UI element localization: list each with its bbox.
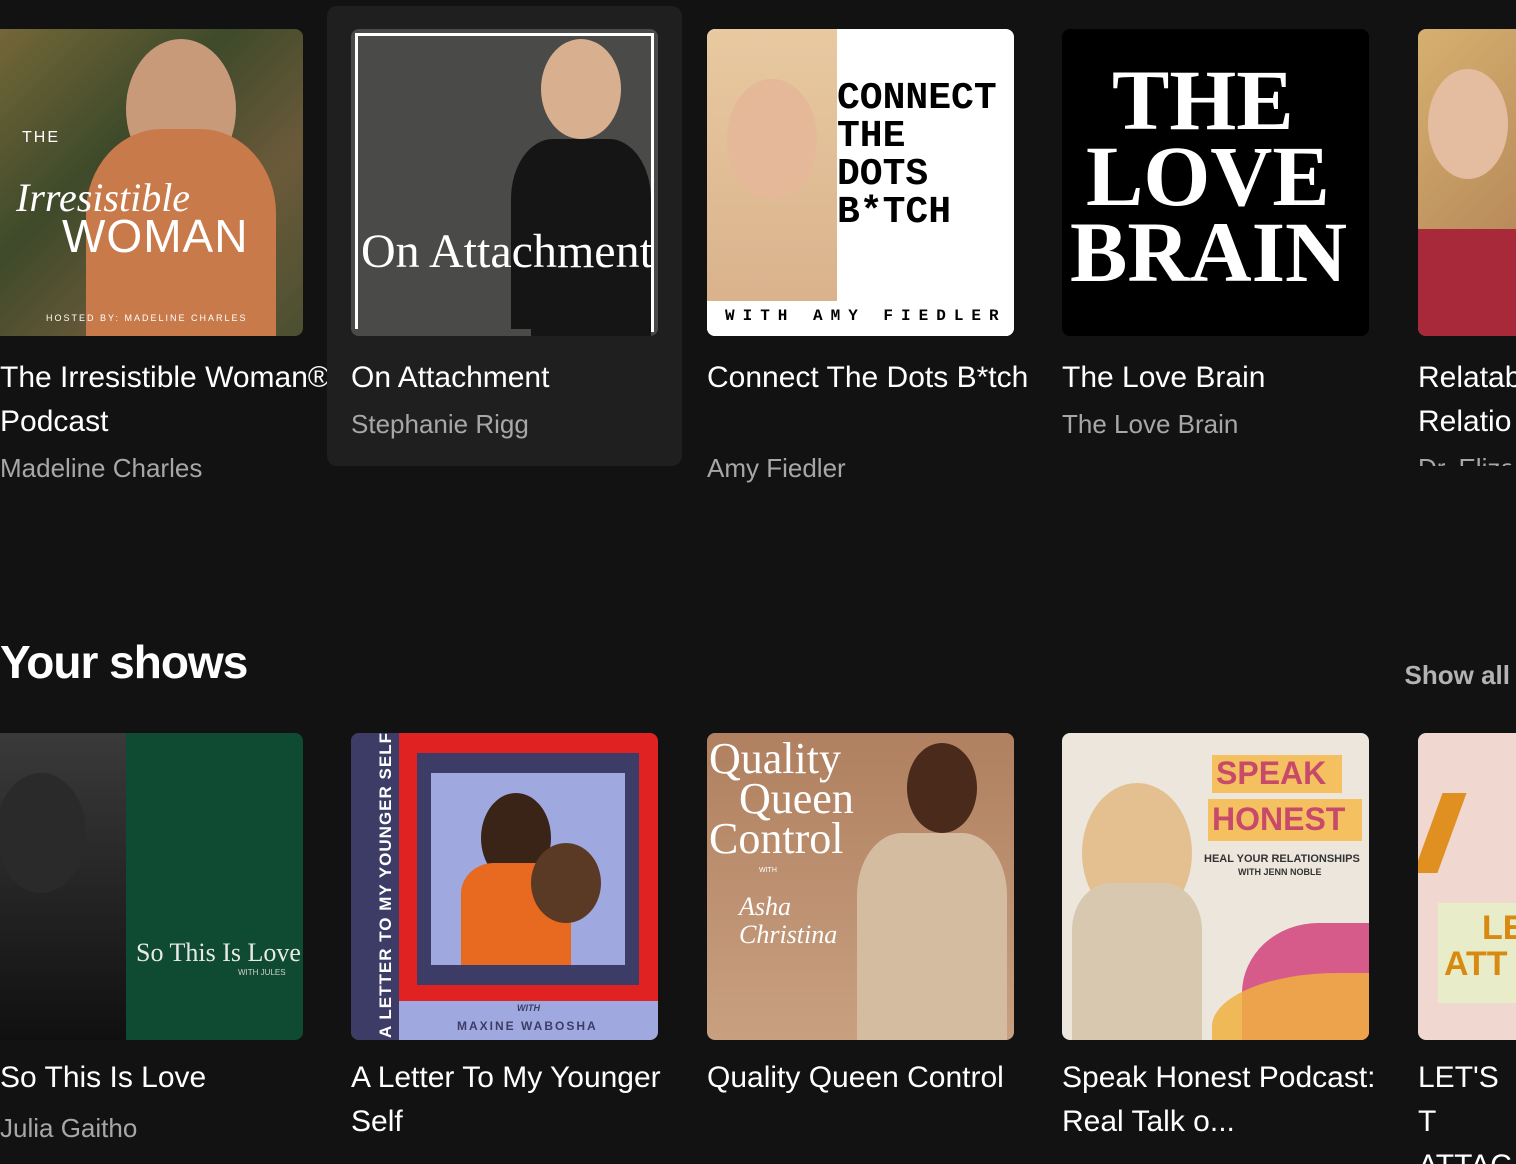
your-shows-row: So This Is Love WITH JULES So This Is Lo… (0, 710, 1516, 1164)
art-text: SPEAK (1216, 755, 1327, 791)
art-text: WITH JENN NOBLE (1238, 867, 1322, 877)
show-card[interactable]: THE LOVE BRAIN The Love Brain The Love B… (1038, 6, 1393, 466)
show-card[interactable]: A LETTER TO MY YOUNGER SELF WITH MAXINE … (327, 710, 682, 1164)
show-author[interactable]: Madeline Charles (0, 452, 202, 484)
show-author[interactable]: Stephanie Rigg (351, 408, 529, 440)
show-title[interactable]: LET'S T ATTAC (1418, 1056, 1514, 1164)
art-text: BRAIN (1070, 204, 1348, 300)
art-text: So This Is Love (136, 938, 301, 967)
art-text: THE (837, 115, 906, 158)
show-card[interactable]: Relatab Relatio Dr. Eliza (1394, 6, 1516, 466)
show-author[interactable]: Julia Gaitho (0, 1112, 137, 1144)
art-text: Asha Christina (739, 892, 838, 949)
show-card[interactable]: Quality Queen Control WITH Asha Christin… (683, 710, 1038, 1164)
art-text: WITH (759, 867, 777, 874)
show-cover-art: SPEAK HONEST HEAL YOUR RELATIONSHIPS WIT… (1062, 733, 1369, 1040)
art-text: ATT (1444, 945, 1508, 983)
show-title[interactable]: So This Is Love (0, 1056, 330, 1100)
top-shows-row: THE Irresistible WOMAN HOSTED BY: MADELI… (0, 0, 1516, 483)
show-title[interactable]: The Love Brain (1062, 356, 1392, 400)
show-author[interactable]: Dr. Eliza (1418, 452, 1515, 466)
show-title[interactable]: Speak Honest Podcast: Real Talk o... (1062, 1056, 1392, 1144)
show-cover-art: On Attachment (351, 29, 658, 336)
show-all-link[interactable]: Show all (1405, 660, 1510, 691)
show-card[interactable]: On Attachment On Attachment Stephanie Ri… (327, 6, 682, 466)
art-text: B*TCH (837, 191, 952, 234)
show-author[interactable]: The Love Brain (1062, 408, 1238, 440)
show-title[interactable]: Relatab Relatio (1418, 356, 1516, 444)
show-title[interactable]: The Irresistible Woman® Podcast (0, 356, 330, 444)
show-cover-art: A LETTER TO MY YOUNGER SELF WITH MAXINE … (351, 733, 658, 1040)
show-cover-art: So This Is Love WITH JULES (0, 733, 303, 1040)
art-text: CONNECT (837, 77, 997, 120)
show-cover-art (1418, 29, 1516, 336)
show-cover-art: THE Irresistible WOMAN HOSTED BY: MADELI… (0, 29, 303, 336)
art-text: WITH (517, 1003, 540, 1013)
art-text: WOMAN (62, 210, 249, 262)
show-title[interactable]: A Letter To My Younger Self (351, 1056, 681, 1144)
show-title[interactable]: Quality Queen Control (707, 1056, 1037, 1100)
art-text: A LETTER TO MY YOUNGER SELF (375, 733, 395, 1038)
art-text: On Attachment (361, 225, 653, 278)
art-text: HOSTED BY: MADELINE CHARLES (46, 313, 248, 323)
art-text: HEAL YOUR RELATIONSHIPS (1204, 853, 1360, 865)
art-text: WITH AMY FIEDLER (725, 307, 1007, 325)
show-title[interactable]: On Attachment (351, 356, 681, 400)
show-cover-art: CONNECT THE DOTS B*TCH WITH AMY FIEDLER (707, 29, 1014, 336)
show-author[interactable]: Amy Fiedler (707, 452, 846, 484)
show-cover-art: LE ATT (1418, 733, 1516, 1040)
show-card[interactable]: So This Is Love WITH JULES So This Is Lo… (0, 710, 331, 1164)
art-text: DOTS (837, 153, 929, 196)
art-text: HONEST (1212, 801, 1346, 837)
art-text: Control (709, 814, 844, 863)
show-card[interactable]: LE ATT LET'S T ATTAC (1394, 710, 1516, 1164)
show-card[interactable]: SPEAK HONEST HEAL YOUR RELATIONSHIPS WIT… (1038, 710, 1393, 1164)
show-cover-art: Quality Queen Control WITH Asha Christin… (707, 733, 1014, 1040)
art-text: MAXINE WABOSHA (457, 1019, 598, 1033)
section-heading[interactable]: Your shows (0, 635, 248, 689)
show-cover-art: THE LOVE BRAIN (1062, 29, 1369, 336)
show-card[interactable]: THE Irresistible WOMAN HOSTED BY: MADELI… (0, 6, 331, 483)
art-text: LE (1482, 909, 1516, 947)
art-text: WITH JULES (238, 968, 286, 977)
art-text: THE (22, 129, 60, 146)
show-title[interactable]: Connect The Dots B*tch (707, 356, 1037, 400)
show-card[interactable]: CONNECT THE DOTS B*TCH WITH AMY FIEDLER … (683, 6, 1038, 483)
